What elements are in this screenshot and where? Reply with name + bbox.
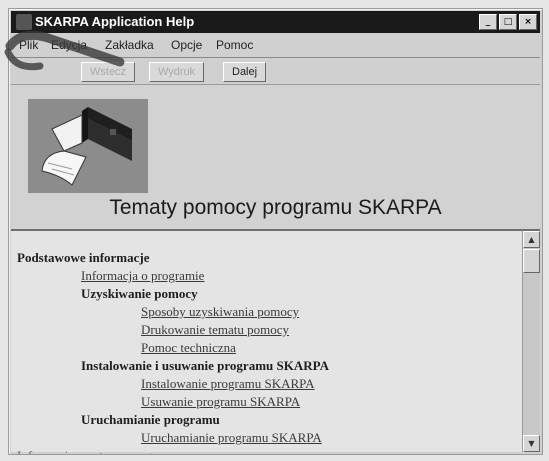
topic-header: Tematy pomocy programu SKARPA: [11, 84, 540, 229]
link-install[interactable]: Instalowanie programu SKARPA: [141, 375, 315, 392]
vertical-scrollbar[interactable]: ▲ ▼: [522, 229, 540, 452]
title-bar[interactable]: SKARPA Application Help _ □ ×: [11, 11, 540, 33]
printer-icon: [41, 107, 132, 186]
printer-logo: [28, 99, 148, 193]
section-heading: Podstawowe informacje: [17, 250, 150, 265]
window-title: SKARPA Application Help: [35, 14, 195, 29]
next-button[interactable]: Dalej: [223, 62, 267, 82]
menu-options[interactable]: Opcje: [171, 35, 202, 55]
subheading-getting-help: Uzyskiwanie pomocy: [81, 286, 198, 301]
menu-bar: Plik Edycja Zakładka Opcje Pomoc: [11, 35, 540, 55]
page-title: Tematy pomocy programu SKARPA: [109, 196, 442, 219]
menu-file[interactable]: Plik: [19, 35, 38, 55]
menu-bookmark[interactable]: Zakładka: [105, 35, 154, 55]
minimize-button[interactable]: _: [479, 14, 497, 30]
link-author-info[interactable]: Informacja o autorze programu: [17, 447, 179, 454]
link-ways-of-help[interactable]: Sposoby uzyskiwania pomocy: [141, 303, 299, 320]
topic-content: Podstawowe informacje Informacja o progr…: [11, 229, 522, 454]
link-remove[interactable]: Usuwanie programu SKARPA: [141, 393, 300, 410]
toolbar: Wstecz Wydruk Dalej: [11, 57, 540, 84]
menu-help[interactable]: Pomoc: [216, 35, 253, 55]
link-program-info[interactable]: Informacja o programie: [81, 267, 204, 284]
close-button[interactable]: ×: [519, 14, 537, 30]
link-tech-support[interactable]: Pomoc techniczna: [141, 339, 236, 356]
print-button[interactable]: Wydruk: [149, 62, 205, 82]
scroll-up-icon[interactable]: ▲: [523, 231, 540, 248]
link-launch[interactable]: Uruchamianie programu SKARPA: [141, 429, 322, 446]
help-app-icon: [16, 14, 32, 30]
scroll-down-icon[interactable]: ▼: [523, 435, 540, 452]
subheading-launch: Uruchamianie programu: [81, 412, 220, 427]
help-window: SKARPA Application Help _ □ × Plik Edycj…: [8, 8, 543, 455]
maximize-button[interactable]: □: [499, 14, 517, 30]
window-controls: _ □ ×: [479, 14, 537, 30]
menu-edit[interactable]: Edycja: [51, 35, 87, 55]
link-print-topic[interactable]: Drukowanie tematu pomocy: [141, 321, 289, 338]
scroll-thumb[interactable]: [523, 249, 540, 273]
subheading-install: Instalowanie i usuwanie programu SKARPA: [81, 358, 329, 373]
back-button[interactable]: Wstecz: [81, 62, 136, 82]
